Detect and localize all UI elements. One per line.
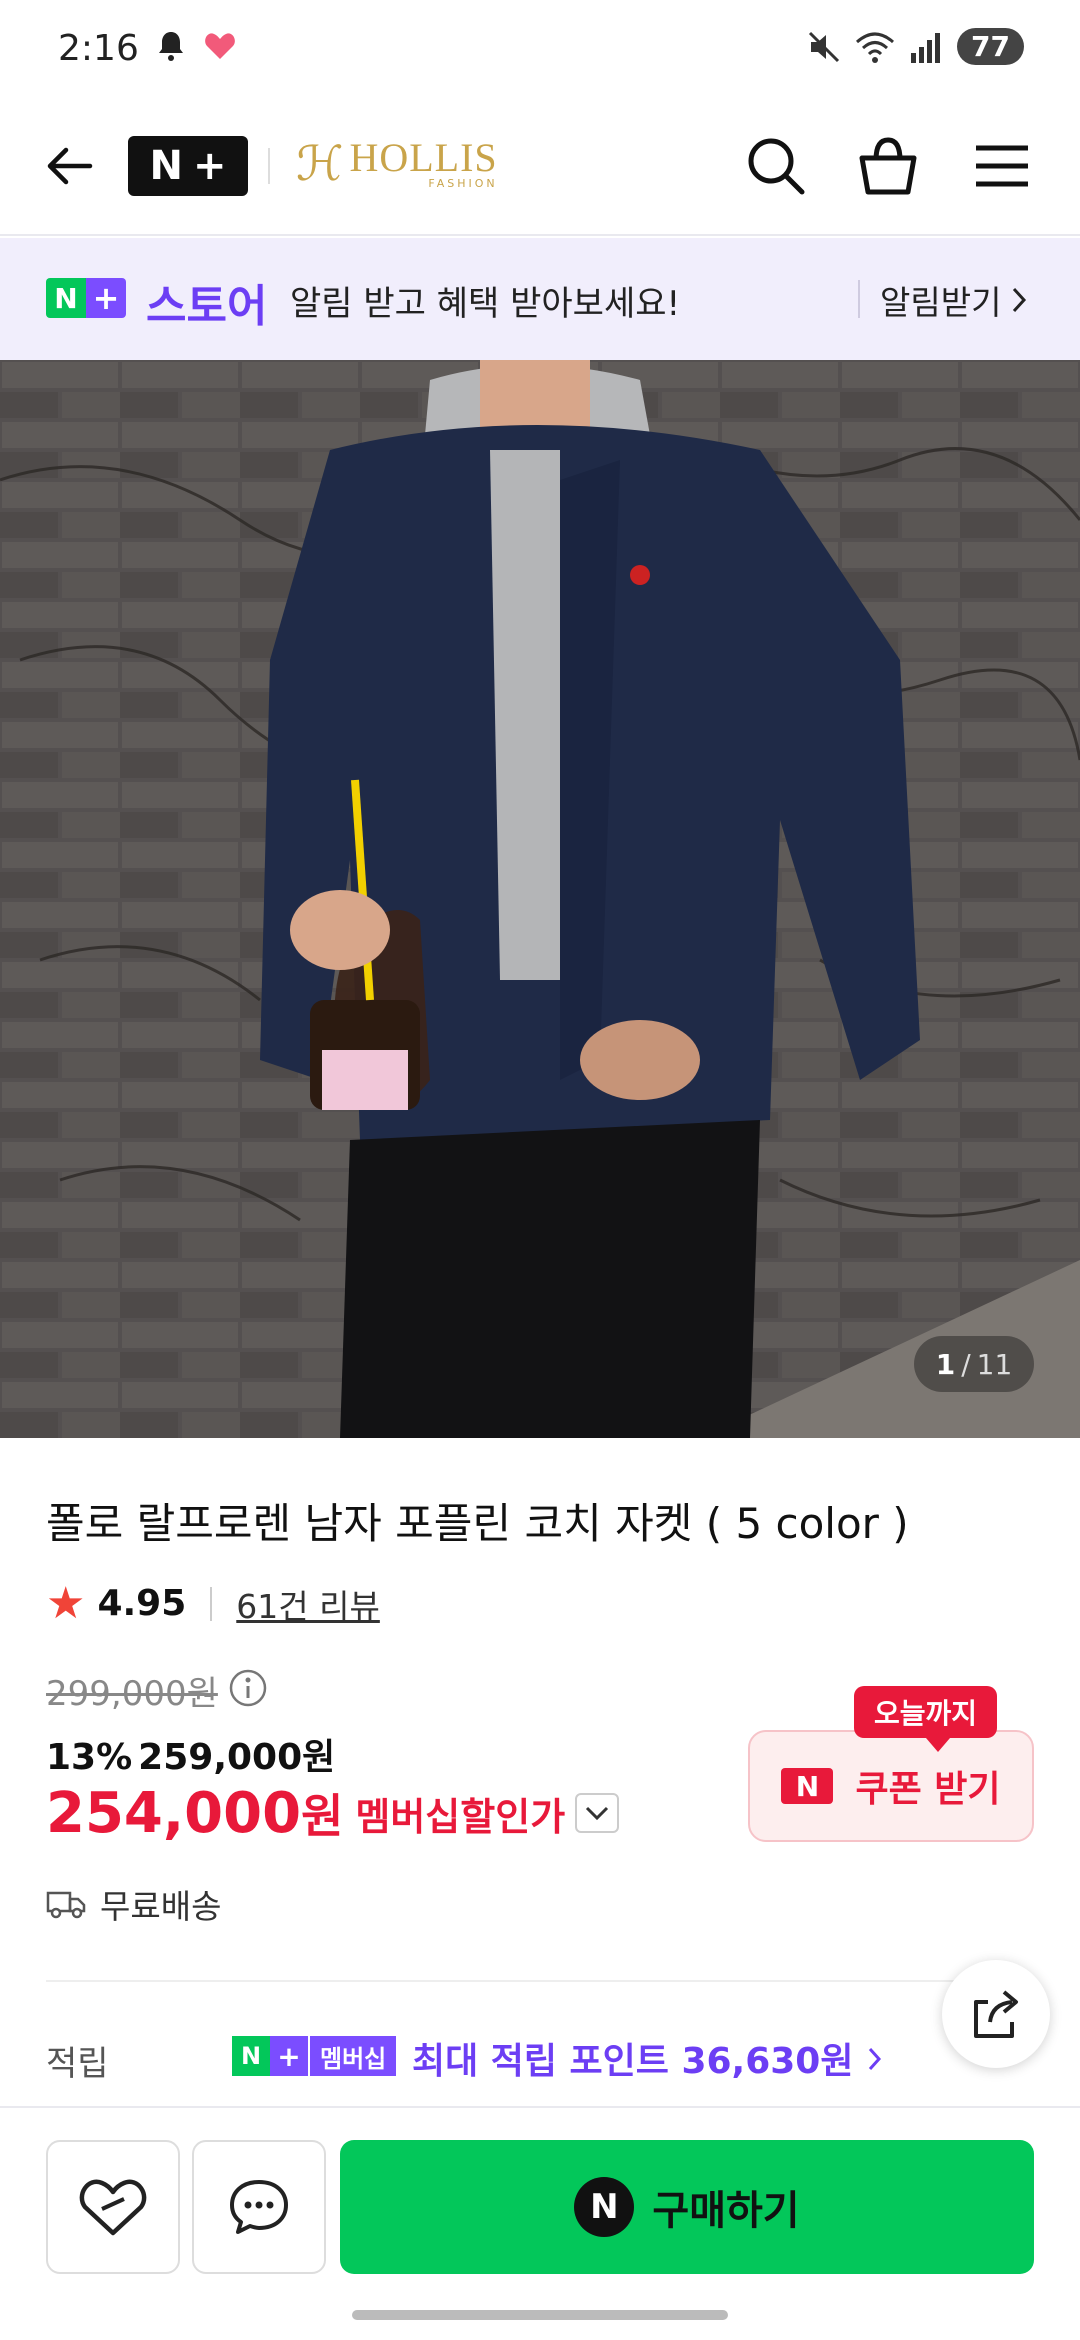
menu-icon[interactable]: [968, 132, 1036, 200]
talk-inquiry-button[interactable]: [192, 2140, 326, 2274]
shipping-text: 무료배송: [100, 1887, 222, 1926]
promo-divider: [858, 280, 860, 318]
naver-plus-logo[interactable]: N +: [128, 136, 248, 196]
product-photo: [0, 360, 1080, 1438]
membership-price-label: 멤버십할인가: [355, 1794, 566, 1839]
discount-row: 13% 259,000원: [46, 1728, 335, 1780]
nplus-badge: N +: [46, 278, 126, 318]
product-title: 폴로 랄프로렌 남자 포플린 코치 자켓 ( 5 color ): [46, 1499, 909, 1548]
rating-score: 4.95: [97, 1583, 187, 1624]
notification-promo-banner: N + 스토어 알림 받고 혜택 받아보세요! 알림받기: [0, 238, 1080, 360]
reviews-link[interactable]: 61건 리뷰: [236, 1580, 380, 1628]
status-bar: 2:16 77: [0, 0, 1080, 100]
top-navigation: N + ℋ HOLLIS FASHION: [0, 100, 1080, 236]
chevron-right-icon: [868, 2047, 882, 2071]
back-arrow-icon[interactable]: [40, 136, 100, 196]
heart-icon: [205, 33, 235, 59]
membership-price-row: 254,000 원 멤버십할인가: [46, 1780, 620, 1846]
points-max: 최대 적립 포인트 36,630원: [412, 2032, 884, 2084]
get-notifications-button[interactable]: 알림받기: [880, 276, 1029, 324]
naver-n-icon: N: [574, 2177, 635, 2237]
status-system-icons: 77: [807, 28, 1024, 65]
heart-outline-icon: [79, 2179, 147, 2236]
chevron-right-icon: [1013, 287, 1027, 313]
buy-button[interactable]: N 구매하기: [340, 2140, 1034, 2274]
status-notification-icons: [156, 30, 236, 62]
discount-percent: 13%: [46, 1737, 133, 1778]
bell-icon: [159, 32, 183, 61]
wishlist-button[interactable]: [46, 2140, 180, 2274]
image-page-indicator: 1/11: [914, 1336, 1034, 1392]
chat-bubble-icon: [230, 2180, 288, 2234]
shopping-bag-icon[interactable]: [854, 132, 922, 200]
shipping-row: 무료배송: [46, 1880, 221, 1928]
truck-icon: [46, 1891, 86, 1919]
battery-indicator: 77: [957, 28, 1024, 65]
brand-name: HOLLIS: [349, 134, 498, 180]
original-price: 299,000원: [46, 1674, 218, 1714]
membership-price: 254,000: [46, 1780, 302, 1846]
membership-price-unit: 원: [301, 1789, 344, 1843]
home-indicator: [352, 2310, 728, 2320]
membership-price-expand[interactable]: [575, 1793, 620, 1833]
star-icon: ★: [46, 1578, 86, 1629]
rating-row: ★ 4.95 61건 리뷰: [46, 1578, 380, 1629]
nav-divider: [268, 148, 270, 184]
bottom-action-bar: N 구매하기: [0, 2106, 1080, 2340]
buy-label: 구매하기: [652, 2188, 800, 2234]
search-icon[interactable]: [742, 132, 810, 200]
mute-icon: [808, 31, 840, 62]
naver-n-badge: N: [781, 1768, 834, 1804]
wifi-icon: [856, 32, 895, 63]
status-time: 2:16: [58, 28, 139, 69]
section-divider: [46, 1980, 1034, 1982]
promo-store-label: 스토어: [146, 281, 268, 332]
points-row[interactable]: 적립 N + 멤버십 최대 적립 포인트 36,630원: [46, 2032, 1046, 2084]
coupon-button[interactable]: N 쿠폰 받기: [748, 1730, 1034, 1842]
info-icon[interactable]: [228, 1668, 268, 1708]
product-image-carousel[interactable]: [0, 360, 1080, 1438]
discount-price: 259,000원: [138, 1737, 336, 1778]
signal-icon: [911, 32, 941, 63]
chevron-down-icon: [586, 1806, 609, 1821]
nplus-membership-badge: N + 멤버십: [232, 2036, 397, 2076]
coupon-deadline-tag: 오늘까지: [854, 1686, 998, 1752]
rating-divider: [210, 1586, 213, 1621]
brand-mark-icon: ℋ: [296, 136, 344, 192]
coupon-label: 쿠폰 받기: [855, 1769, 1001, 1810]
points-label: 적립: [46, 2044, 109, 2084]
brand-logo[interactable]: ℋ HOLLIS FASHION: [296, 136, 498, 192]
promo-message: 알림 받고 혜택 받아보세요!: [290, 284, 681, 324]
